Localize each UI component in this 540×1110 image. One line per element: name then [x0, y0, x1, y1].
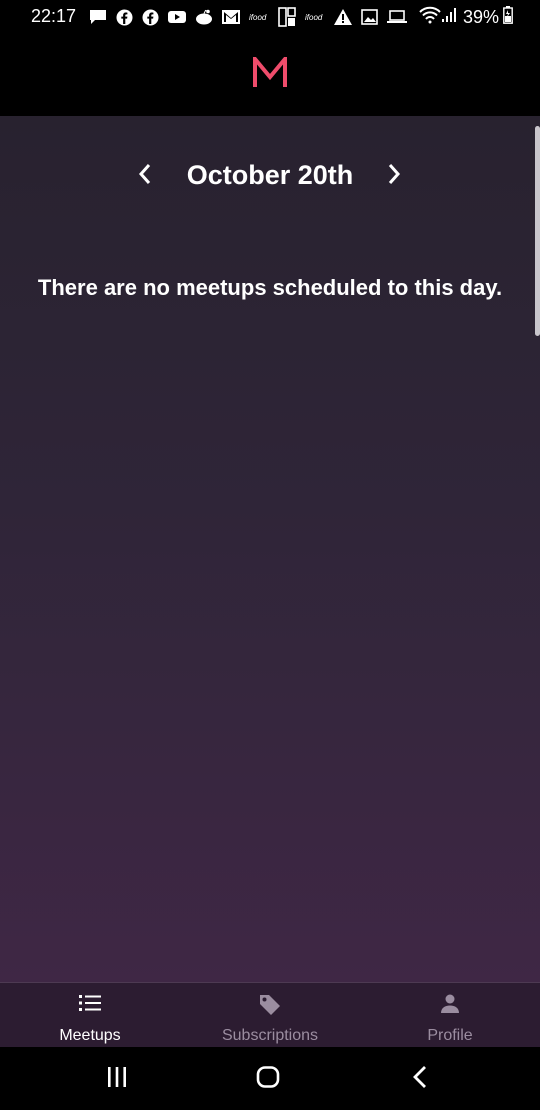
tab-profile[interactable]: Profile [360, 983, 540, 1048]
list-icon [0, 993, 180, 1015]
svg-text:ifood: ifood [305, 13, 323, 22]
battery-icon [503, 6, 513, 29]
system-navigation-bar [0, 1047, 540, 1110]
person-icon [360, 993, 540, 1015]
tab-label: Profile [427, 1027, 473, 1044]
wifi-icon [419, 6, 441, 29]
svg-text:ifood: ifood [249, 13, 267, 22]
status-bar: 22:17 ifood ifood 39% [0, 0, 540, 32]
tab-subscriptions[interactable]: Subscriptions [180, 983, 360, 1048]
home-icon [256, 1065, 280, 1093]
facebook-icon [142, 9, 159, 26]
tab-meetups[interactable]: Meetups [0, 983, 180, 1048]
recent-apps-button[interactable] [97, 1065, 137, 1093]
ifood-icon: ifood [305, 11, 325, 23]
warning-icon [334, 9, 352, 25]
message-icon [89, 9, 107, 25]
app-icon [278, 7, 296, 27]
tab-label: Subscriptions [221, 1027, 319, 1044]
recent-apps-icon [107, 1066, 127, 1093]
chevron-right-icon [387, 163, 401, 190]
reddit-icon [195, 9, 213, 25]
app-header [0, 32, 540, 116]
empty-state-message: There are no meetups scheduled to this d… [37, 275, 503, 300]
date-navigator: October 20th [0, 156, 540, 196]
meetups-screen: October 20th There are no meetups schedu… [0, 116, 540, 982]
home-button[interactable] [248, 1065, 288, 1093]
notification-icons: ifood ifood [89, 7, 416, 27]
date-title: October 20th [186, 160, 354, 190]
youtube-icon [168, 10, 186, 24]
tag-icon [180, 993, 360, 1015]
image-icon [361, 9, 378, 25]
system-status: 39% [419, 6, 513, 29]
signal-icon [441, 7, 457, 28]
gmail-icon [222, 10, 240, 24]
ifood-icon: ifood [249, 11, 269, 23]
status-time: 22:17 [31, 6, 77, 26]
facebook-icon [116, 9, 133, 26]
next-day-button[interactable] [374, 156, 414, 196]
app-logo [252, 53, 288, 94]
back-button[interactable] [400, 1065, 440, 1093]
tab-label: Meetups [59, 1027, 121, 1044]
back-icon [412, 1065, 428, 1094]
bottom-navigation: Meetups Subscriptions Profile [0, 982, 540, 1048]
laptop-icon [387, 10, 407, 24]
battery-percent: 39% [462, 7, 499, 27]
